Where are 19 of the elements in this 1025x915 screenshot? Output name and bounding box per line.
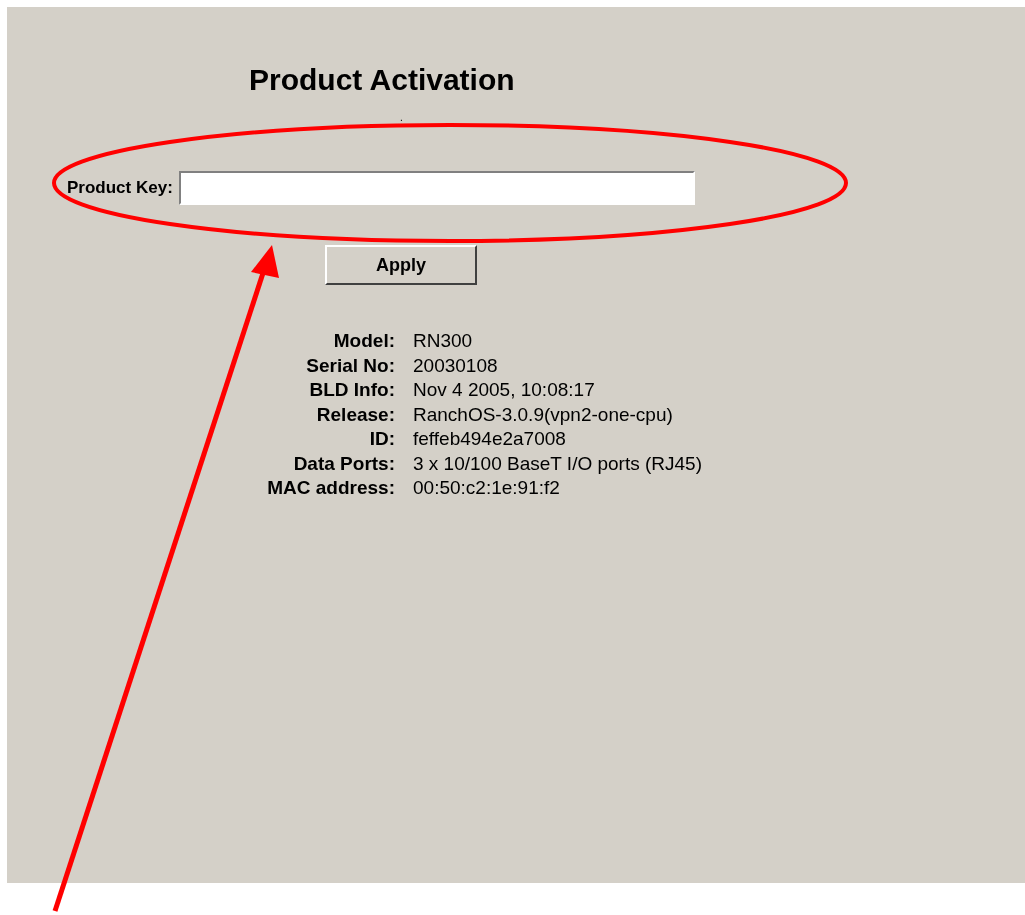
info-value: 20030108 — [413, 354, 499, 377]
info-label: Model: — [332, 330, 395, 353]
info-value: 00:50:c2:1e:91:f2 — [413, 477, 561, 500]
info-label: Release: — [315, 403, 395, 426]
info-label: ID: — [368, 428, 395, 451]
page-title: Product Activation — [249, 62, 516, 98]
apply-button[interactable]: Apply — [325, 245, 477, 285]
product-key-label: Product Key: — [67, 178, 173, 198]
info-value: 3 x 10/100 BaseT I/O ports (RJ45) — [413, 452, 702, 475]
info-value: RN300 — [413, 330, 474, 353]
info-value: Nov 4 2005, 10:08:17 — [413, 379, 596, 402]
info-label: Serial No: — [305, 354, 395, 377]
info-label: MAC address: — [266, 477, 395, 500]
info-label: Data Ports: — [292, 452, 395, 475]
info-value: RanchOS-3.0.9(vpn2-one-cpu) — [413, 403, 674, 426]
product-key-field[interactable] — [178, 171, 695, 205]
info-value: feffeb494e2a7008 — [413, 428, 567, 451]
info-label: BLD Info: — [308, 379, 395, 402]
dot-text: . — [400, 112, 403, 123]
